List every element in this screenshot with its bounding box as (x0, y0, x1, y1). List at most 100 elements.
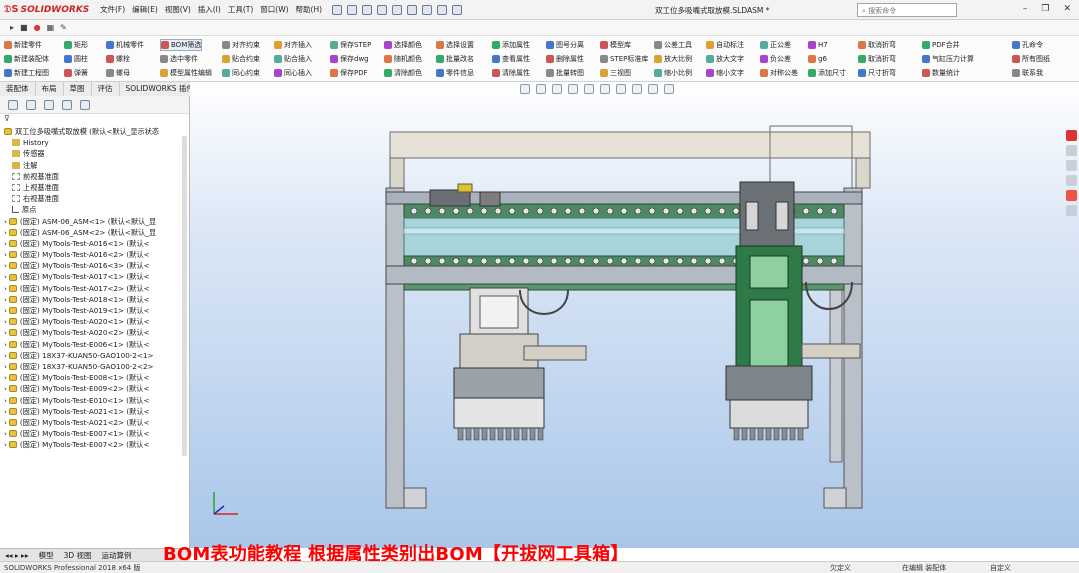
ribbon-row1-item-18[interactable]: 孔命令 (1012, 39, 1043, 51)
zoom-area-icon[interactable] (536, 84, 546, 94)
dimxpert-icon[interactable] (62, 99, 72, 110)
ribbon-row2-item-7[interactable]: 随机颜色 (384, 53, 422, 65)
tree-item[interactable]: › (固定) MyTools-Test-E007<1> (默认< (0, 428, 189, 439)
tree-item[interactable]: › (固定) MyTools-Test-A021<2> (默认< (0, 417, 189, 428)
expand-arrow-icon[interactable]: › (4, 350, 7, 361)
display-style-icon[interactable] (600, 84, 610, 94)
tree-item[interactable]: › (固定) 18X37-KUAN50-GAO100-2<1> (0, 350, 189, 361)
options-icon[interactable] (452, 4, 463, 15)
menu-help[interactable]: 帮助(H) (296, 4, 323, 15)
property-manager-icon[interactable] (26, 99, 36, 110)
ribbon-row2-item-11[interactable]: STEP标准库 (600, 53, 648, 65)
print-icon[interactable] (392, 4, 403, 15)
record-icon[interactable]: ● (34, 23, 41, 32)
tab-model[interactable]: 模型 (34, 550, 59, 561)
menu-file[interactable]: 文件(F) (100, 4, 125, 15)
feature-tree-icon[interactable] (8, 99, 18, 110)
ribbon-row1-item-17[interactable]: PDF合并 (922, 39, 960, 51)
restore-icon[interactable]: ❐ (1041, 4, 1049, 14)
tree-item[interactable]: 上视基准面 (0, 182, 189, 193)
expand-arrow-icon[interactable]: › (4, 417, 7, 428)
select-icon[interactable] (422, 4, 433, 15)
tree-item[interactable]: 原点 (0, 204, 189, 215)
tree-item[interactable]: 右视基准面 (0, 193, 189, 204)
tree-item[interactable]: History (0, 137, 189, 148)
ribbon-row2-item-18[interactable]: 所有图纸 (1012, 53, 1050, 65)
ribbon-row1-item-9[interactable]: 添加属性 (492, 39, 530, 51)
ribbon-row3-item-9[interactable]: 清除属性 (492, 67, 530, 79)
ribbon-row3-item-4[interactable]: 同心约束 (222, 67, 260, 79)
tree-item[interactable]: › (固定) MyTools-Test-A016<1> (默认< (0, 238, 189, 249)
ribbon-row1-item-6[interactable]: 保存STEP (330, 39, 371, 51)
minimize-icon[interactable]: – (1023, 4, 1028, 14)
tree-item[interactable]: 注解 (0, 160, 189, 171)
appearances-icon[interactable] (1065, 190, 1077, 201)
ribbon-row2-item-9[interactable]: 查看属性 (492, 53, 530, 65)
expand-arrow-icon[interactable]: › (4, 316, 7, 327)
ribbon-row2-item-2[interactable]: 螺栓 (106, 53, 130, 65)
ribbon-row1-item-3[interactable]: BOM筛选 (160, 39, 203, 51)
ribbon-row3-item-12[interactable]: 缩小比例 (654, 67, 692, 79)
ribbon-row2-item-5[interactable]: 贴合插入 (274, 53, 312, 65)
close-icon[interactable]: ✕ (1063, 4, 1071, 14)
tree-scrollbar[interactable] (182, 136, 187, 456)
ribbon-row1-item-2[interactable]: 机械零件 (106, 39, 144, 51)
expand-arrow-icon[interactable]: › (4, 339, 7, 350)
ribbon-row2-item-8[interactable]: 批量改名 (436, 53, 474, 65)
edit-icon[interactable]: ✎ (60, 23, 67, 32)
ribbon-row3-item-13[interactable]: 缩小文字 (706, 67, 744, 79)
tree-item[interactable]: › (固定) MyTools-Test-E009<2> (默认< (0, 383, 189, 394)
ribbon-row1-item-12[interactable]: 公差工具 (654, 39, 692, 51)
ribbon-row3-item-8[interactable]: 零件信息 (436, 67, 474, 79)
hide-show-icon[interactable] (616, 84, 626, 94)
ribbon-row1-item-7[interactable]: 选择颜色 (384, 39, 422, 51)
ribbon-row2-item-14[interactable]: 负公差 (760, 53, 791, 65)
solidworks-logo[interactable]: 𝔇S SOLIDWORKS (0, 4, 98, 15)
ribbon-row2-item-13[interactable]: 放大文字 (706, 53, 744, 65)
tree-item[interactable]: › (固定) MyTools-Test-A020<1> (默认< (0, 316, 189, 327)
nav-arrows-icon[interactable]: ◂◂ ▸ ▸▸ (0, 551, 34, 560)
table-icon[interactable]: ▦ (47, 23, 55, 32)
menu-tools[interactable]: 工具(T) (228, 4, 253, 15)
ribbon-row1-item-10[interactable]: 图号分离 (546, 39, 584, 51)
ribbon-row2-item-10[interactable]: 删除属性 (546, 53, 584, 65)
view-settings-icon[interactable] (664, 84, 674, 94)
expand-arrow-icon[interactable]: › (4, 249, 7, 260)
expand-arrow-icon[interactable]: › (4, 227, 7, 238)
ribbon-row3-item-2[interactable]: 螺母 (106, 67, 130, 79)
tab-assembly[interactable]: 装配体 (0, 82, 36, 96)
ribbon-row1-item-4[interactable]: 对齐约束 (222, 39, 260, 51)
menu-view[interactable]: 视图(V) (165, 4, 191, 15)
section-view-icon[interactable] (568, 84, 578, 94)
ribbon-row1-item-16[interactable]: 取消折弯 (858, 39, 896, 51)
ribbon-row3-item-6[interactable]: 保存PDF (330, 67, 368, 79)
expand-arrow-icon[interactable]: › (4, 216, 7, 227)
ribbon-row3-item-17[interactable]: 数量统计 (922, 67, 960, 79)
expand-arrow-icon[interactable]: › (4, 361, 7, 372)
tree-item[interactable]: › (固定) MyTools-Test-E006<1> (默认< (0, 339, 189, 350)
ribbon-row2-item-3[interactable]: 选中零件 (160, 53, 198, 65)
tree-item[interactable]: › (固定) MyTools-Test-A018<1> (默认< (0, 294, 189, 305)
expand-arrow-icon[interactable]: › (4, 294, 7, 305)
expand-arrow-icon[interactable]: › (4, 372, 7, 383)
ribbon-row1-item-5[interactable]: 对齐插入 (274, 39, 312, 51)
apply-scene-icon[interactable] (648, 84, 658, 94)
tree-item[interactable]: › (固定) MyTools-Test-E008<1> (默认< (0, 372, 189, 383)
tree-item[interactable]: › (固定) 18X37-KUAN50-GAO100-2<2> (0, 361, 189, 372)
ribbon-row3-item-1[interactable]: 弹簧 (64, 67, 88, 79)
tree-item[interactable]: › (固定) MyTools-Test-A017<1> (默认< (0, 271, 189, 282)
menu-insert[interactable]: 插入(I) (198, 4, 221, 15)
ribbon-row3-item-18[interactable]: 联系我 (1012, 67, 1043, 79)
stop-icon[interactable]: ■ (20, 23, 28, 32)
filter-icon[interactable]: ⊽ (0, 114, 189, 126)
ribbon-row2-item-6[interactable]: 保存dwg (330, 53, 369, 65)
expand-arrow-icon[interactable]: › (4, 439, 7, 450)
zoom-fit-icon[interactable] (520, 84, 530, 94)
view-palette-icon[interactable] (1065, 175, 1077, 186)
expand-arrow-icon[interactable]: › (4, 406, 7, 417)
file-explorer-icon[interactable] (1065, 160, 1077, 171)
arrow-icon[interactable]: ▸ (10, 23, 14, 32)
expand-arrow-icon[interactable]: › (4, 283, 7, 294)
ribbon-row3-item-11[interactable]: 三视图 (600, 67, 631, 79)
display-manager-icon[interactable] (80, 99, 90, 110)
